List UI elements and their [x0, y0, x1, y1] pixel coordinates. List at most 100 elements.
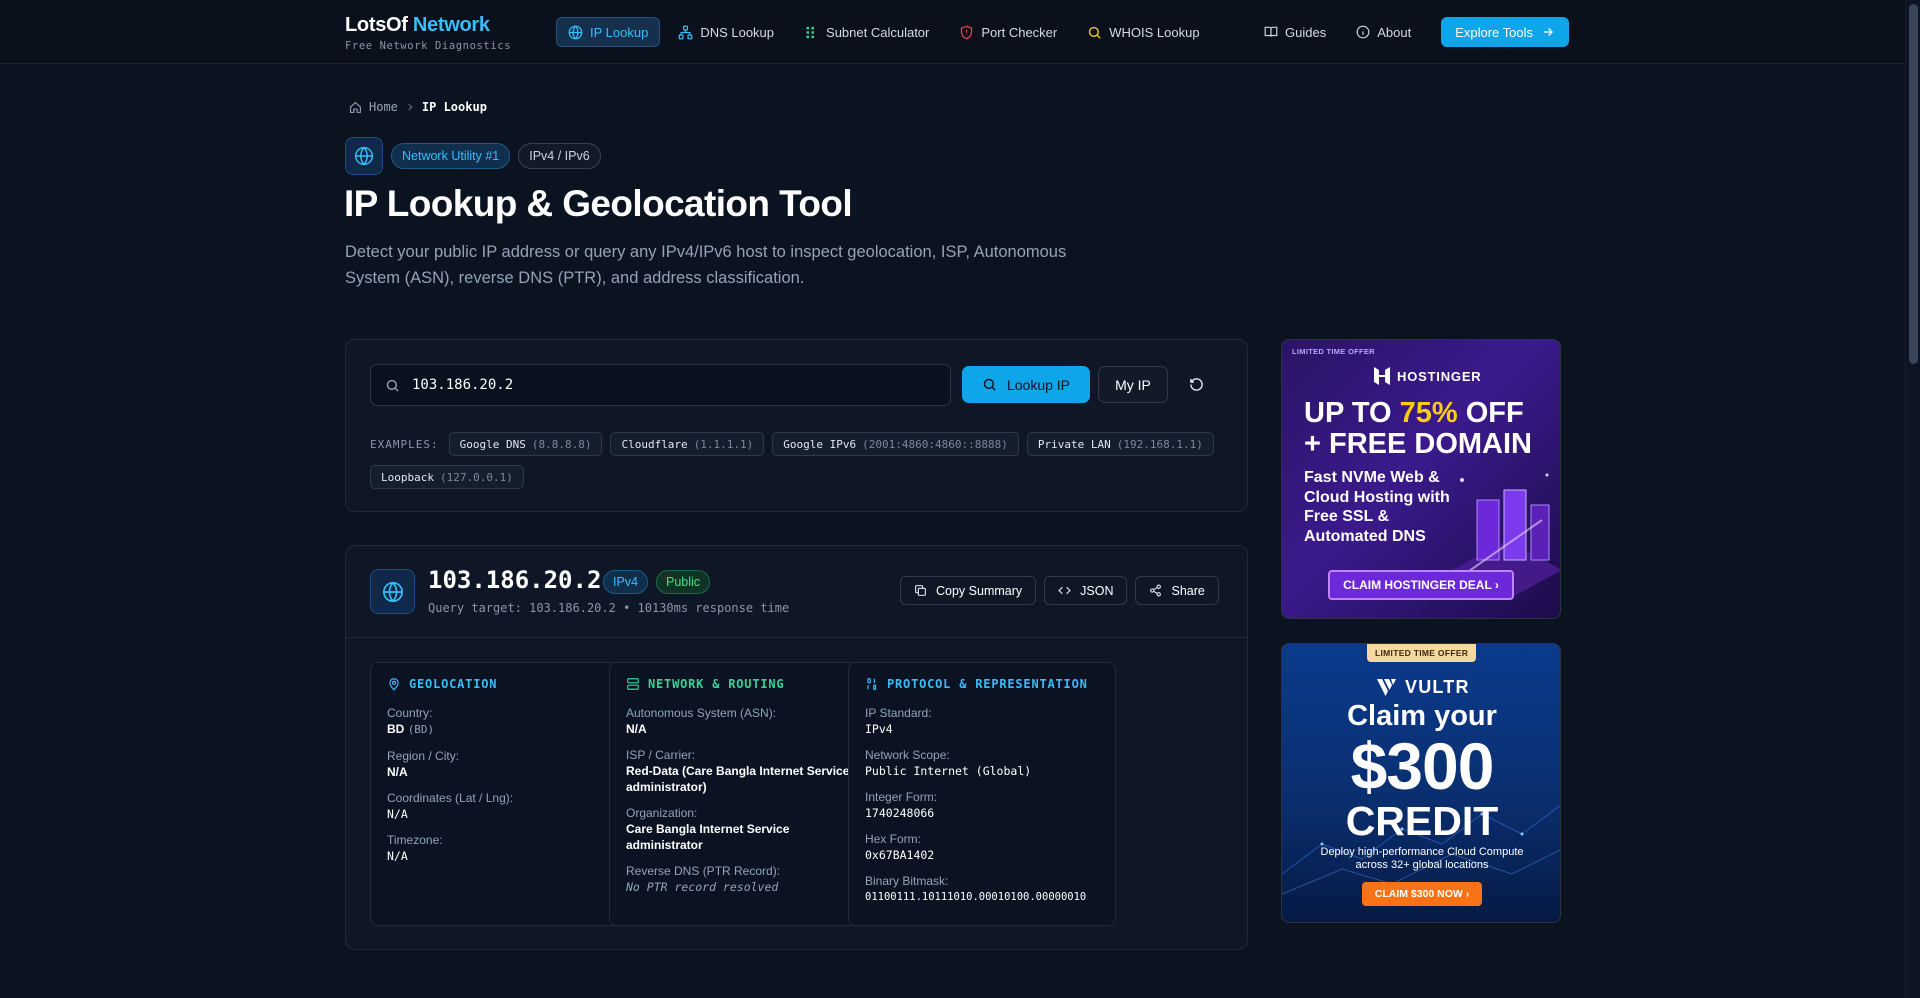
breadcrumb-home[interactable]: Home	[369, 100, 398, 114]
badge-ip-versions: IPv4 / IPv6	[518, 143, 601, 169]
ip-search-input[interactable]	[412, 377, 932, 393]
brand-name: LotsOf	[345, 14, 408, 36]
result-badges: IPv4 Public	[603, 570, 711, 594]
server-icon	[627, 678, 639, 690]
field-label: Autonomous System (ASN):	[626, 706, 777, 720]
nav-port-checker[interactable]: Port Checker	[947, 17, 1069, 47]
json-label: JSON	[1080, 583, 1114, 598]
breadcrumb-current: IP Lookup	[421, 100, 487, 114]
nav-label: IP Lookup	[590, 24, 649, 40]
page-title: IP Lookup & Geolocation Tool	[344, 183, 853, 224]
vultr-ad[interactable]: LIMITED TIME OFFER VULTR Claim your $300…	[1281, 643, 1561, 923]
ip-standard-field: IP Standard: IPv4	[865, 705, 1099, 737]
hex-form-field: Hex Form: 0x67BA1402	[865, 831, 1099, 863]
example-name: Cloudflare	[621, 437, 688, 451]
hero-icon-box	[345, 137, 383, 175]
hostinger-ad[interactable]: LIMITED TIME OFFER HOSTINGER UP TO 75% O…	[1281, 339, 1561, 619]
hostinger-subtext: Fast NVMe Web & Cloud Hosting with Free …	[1304, 469, 1450, 545]
cta-label: Explore Tools	[1455, 24, 1533, 40]
ptr-field: Reverse DNS (PTR Record): No PTR record r…	[626, 863, 860, 895]
globe-icon	[382, 581, 403, 602]
explore-tools-button[interactable]: Explore Tools	[1441, 17, 1569, 47]
nav-guides[interactable]: Guides	[1252, 17, 1338, 47]
ip-version-badge: IPv4	[603, 570, 649, 594]
isp-field: ISP / Carrier: Red-Data (Care Bangla Inte…	[626, 747, 860, 795]
field-value: N/A	[387, 765, 408, 779]
field-value: BD (BD)	[387, 721, 621, 738]
nav-about[interactable]: About	[1344, 17, 1423, 47]
network-icon	[678, 25, 693, 39]
nav-label: About	[1377, 24, 1412, 40]
vultr-headline-2: $300	[1350, 729, 1495, 803]
organization-field: Organization: Care Bangla Internet Servic…	[626, 805, 860, 853]
main-nav: IP Lookup DNS Lookup Subnet Calculator P…	[556, 17, 1212, 47]
protocol-title: PROTOCOL & REPRESENTATION	[865, 677, 1099, 691]
copy-summary-button[interactable]: Copy Summary	[900, 576, 1037, 605]
claim-vultr-button[interactable]: CLAIM $300 NOW ›	[1362, 882, 1482, 906]
timezone-field: Timezone: N/A	[387, 832, 621, 864]
result-icon-box	[370, 569, 415, 614]
brand-name-accent: Network	[412, 14, 490, 36]
lookup-ip-button[interactable]: Lookup IP	[962, 366, 1090, 403]
page-scrollbar[interactable]	[1905, 0, 1920, 998]
headline-line2: + FREE DOMAIN	[1304, 428, 1532, 460]
lookup-label: Lookup IP	[1006, 376, 1071, 393]
nav-subnet-calculator[interactable]: Subnet Calculator	[792, 17, 941, 47]
nav-right: Guides About Explore Tools	[1252, 17, 1569, 47]
reset-button[interactable]	[1176, 366, 1216, 403]
example-chip[interactable]: Google IPv6 (2001:4860:4860::8888)	[772, 432, 1019, 456]
map-pin-icon	[389, 678, 399, 691]
hero-badges: Network Utility #1 IPv4 / IPv6	[345, 137, 601, 175]
panel-title-text: NETWORK & ROUTING	[648, 677, 785, 691]
nav-ip-lookup[interactable]: IP Lookup	[556, 17, 661, 47]
query-meta: Query target: 103.186.20.2 • 10130ms res…	[428, 601, 790, 615]
brand-logo[interactable]: LotsOf Network Free Network Diagnostics	[345, 14, 511, 52]
vultr-subtext: Deploy high-performance Cloud Compute ac…	[1320, 846, 1524, 871]
ip-scope-badge: Public	[656, 570, 711, 594]
example-value: (8.8.8.8)	[531, 437, 592, 451]
field-label: Hex Form:	[865, 832, 922, 846]
example-value: (127.0.0.1)	[439, 470, 513, 484]
field-label: Binary Bitmask:	[865, 874, 949, 888]
breadcrumb: Home IP Lookup	[349, 100, 487, 114]
share-label: Share	[1171, 583, 1205, 598]
geolocation-panel: GEOLOCATION Country: BD (BD) Region / Cit…	[370, 662, 638, 926]
my-ip-button[interactable]: My IP	[1098, 366, 1168, 403]
binary-bitmask-field: Binary Bitmask: 01100111.10111010.0001010…	[865, 873, 1099, 905]
example-chip[interactable]: Cloudflare (1.1.1.1)	[610, 432, 765, 456]
ip-search-field[interactable]	[370, 364, 951, 406]
chevron-right-icon	[408, 103, 413, 111]
example-name: Google IPv6	[783, 437, 857, 451]
vultr-brand: VULTR	[1405, 677, 1470, 697]
globe-icon	[568, 25, 583, 39]
claim-hostinger-button[interactable]: CLAIM HOSTINGER DEAL ›	[1328, 570, 1514, 600]
copy-label: Copy Summary	[936, 583, 1023, 598]
field-value: 1740248066	[865, 806, 935, 820]
coordinates-field: Coordinates (Lat / Lng): N/A	[387, 790, 621, 822]
field-label: Timezone:	[387, 833, 443, 847]
field-value: N/A	[626, 722, 647, 736]
nav-label: Subnet Calculator	[826, 24, 930, 40]
example-chip[interactable]: Private LAN (192.168.1.1)	[1026, 432, 1214, 456]
nav-dns-lookup[interactable]: DNS Lookup	[666, 17, 786, 47]
nav-label: WHOIS Lookup	[1109, 24, 1200, 40]
vultr-logo: VULTR	[1377, 677, 1470, 698]
country-value: BD	[387, 722, 405, 736]
nav-whois-lookup[interactable]: WHOIS Lookup	[1075, 17, 1211, 47]
info-icon	[1356, 25, 1370, 39]
json-button[interactable]: JSON	[1044, 576, 1128, 605]
share-button[interactable]: Share	[1135, 576, 1219, 605]
field-label: ISP / Carrier:	[626, 748, 696, 762]
code-icon	[1058, 586, 1071, 595]
example-chip[interactable]: Google DNS (8.8.8.8)	[448, 432, 603, 456]
result-card: 103.186.20.2 IPv4 Public Query target: 1…	[345, 545, 1248, 950]
book-icon	[1264, 26, 1278, 37]
scrollbar-thumb[interactable]	[1909, 4, 1918, 364]
field-value: N/A	[387, 849, 408, 863]
example-chip[interactable]: Loopback (127.0.0.1)	[370, 465, 524, 489]
page-description: Detect your public IP address or query a…	[345, 243, 1067, 287]
nav-label: DNS Lookup	[700, 24, 775, 40]
vultr-headline-3: CREDIT	[1345, 798, 1499, 844]
home-icon	[350, 101, 361, 113]
field-value: 01100111.10111010.00010100.00000010	[865, 891, 1087, 903]
